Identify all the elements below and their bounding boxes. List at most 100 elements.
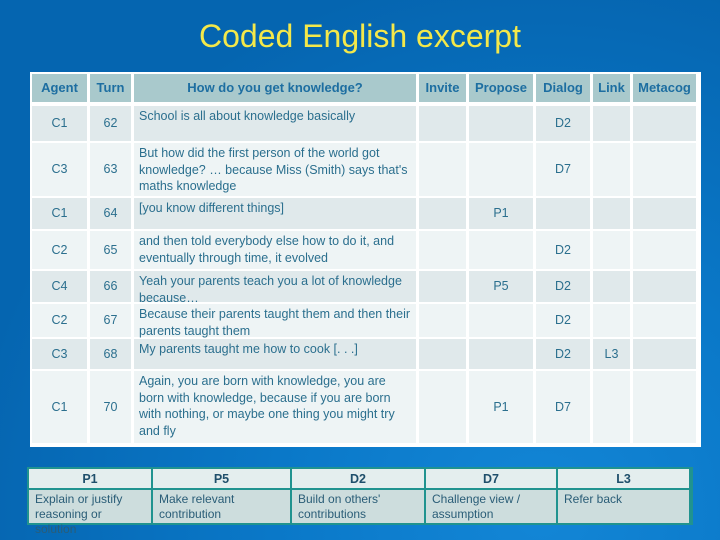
table-cell-metacog <box>633 231 696 269</box>
table-cell-link: L3 <box>593 339 630 369</box>
table-cell-agent-text: C1 <box>51 116 68 131</box>
table-cell-turn-text: 64 <box>103 206 118 221</box>
header-turn: Turn <box>90 74 131 102</box>
legend-description-p5: Make relevant contribution <box>153 490 290 523</box>
legend-code-p1: P1 <box>29 469 151 488</box>
table-cell-text-text: Because their parents taught them and th… <box>139 307 411 338</box>
table-cell-turn-text: 66 <box>103 279 118 294</box>
table-cell-turn: 68 <box>90 339 131 369</box>
table-cell-text-text: and then told everybody else how to do i… <box>139 234 395 265</box>
table-cell-dialog: D7 <box>536 371 590 443</box>
table-cell-invite <box>419 371 466 443</box>
table-cell-dialog-text: D2 <box>555 116 571 131</box>
table-cell-invite <box>419 304 466 337</box>
table-cell-turn: 64 <box>90 198 131 229</box>
table-cell-dialog: D2 <box>536 339 590 369</box>
table-cell-propose: P1 <box>469 198 533 229</box>
slide-title: Coded English excerpt <box>199 18 521 54</box>
table-cell-text: Because their parents taught them and th… <box>134 304 416 338</box>
table-cell-link <box>593 231 630 269</box>
header-question-text: How do you get knowledge? <box>187 79 363 95</box>
table-cell-propose <box>469 231 533 269</box>
header-propose-text: Propose <box>474 79 527 95</box>
legend-code-p5: P5 <box>153 469 290 488</box>
table-cell-invite <box>419 198 466 229</box>
table-cell-invite <box>419 231 466 269</box>
table-cell-text: Yeah your parents teach you a lot of kno… <box>134 271 416 305</box>
table-cell-dialog-text: D2 <box>555 242 571 257</box>
table-cell-text-text: But how did the first person of the worl… <box>139 146 408 193</box>
table-cell-dialog-text: D2 <box>555 279 571 294</box>
header-invite: Invite <box>419 74 466 102</box>
table-cell-propose-text: P1 <box>493 399 509 414</box>
table-cell-dialog: D2 <box>536 271 590 302</box>
table-cell-propose-text: P5 <box>493 279 509 294</box>
table-cell-dialog-text: D7 <box>555 399 571 414</box>
table-cell-text: and then told everybody else how to do i… <box>134 231 416 269</box>
table-cell-turn-text: 63 <box>103 162 118 177</box>
table-cell-agent: C1 <box>32 198 87 229</box>
header-dialog: Dialog <box>536 74 590 102</box>
table-cell-invite <box>419 271 466 302</box>
table-cell-dialog: D2 <box>536 231 590 269</box>
table-cell-link <box>593 371 630 443</box>
legend-code-d7: D7 <box>426 469 556 488</box>
table-cell-metacog <box>633 198 696 229</box>
table-cell-text-text: [you know different things] <box>139 201 284 215</box>
header-dialog-text: Dialog <box>543 79 583 95</box>
table-cell-agent-text: C3 <box>51 162 68 177</box>
table-cell-text-text: School is all about knowledge basically <box>139 109 356 123</box>
table-cell-turn-text: 65 <box>103 242 118 257</box>
table-cell-dialog: D7 <box>536 143 590 196</box>
header-agent-text: Agent <box>41 79 78 95</box>
table-cell-turn-text: 70 <box>103 399 118 414</box>
legend-code-d2: D2 <box>292 469 424 488</box>
legend-description-d2: Build on others' contributions <box>292 490 424 523</box>
header-link-text: Link <box>598 79 625 95</box>
table-cell-agent-text: C2 <box>51 313 68 328</box>
table-cell-propose: P5 <box>469 271 533 302</box>
table-cell-agent: C1 <box>32 371 87 443</box>
table-cell-agent: C2 <box>32 304 87 337</box>
table-cell-text-text: Again, you are born with knowledge, you … <box>139 374 395 438</box>
table-cell-text: School is all about knowledge basically <box>134 106 416 141</box>
coded-excerpt-table: Agent Turn How do you get knowledge? Invite… <box>30 72 701 447</box>
table-cell-agent-text: C4 <box>51 279 68 294</box>
table-cell-metacog <box>633 271 696 302</box>
table-cell-agent: C3 <box>32 143 87 196</box>
header-link: Link <box>593 74 630 102</box>
header-metacog-text: Metacog <box>638 79 691 95</box>
table-cell-metacog <box>633 106 696 141</box>
legend-description-d7: Challenge view / assumption <box>426 490 556 523</box>
table-cell-text: Again, you are born with knowledge, you … <box>134 371 416 443</box>
table-cell-link <box>593 106 630 141</box>
table-cell-invite <box>419 106 466 141</box>
table-cell-turn: 63 <box>90 143 131 196</box>
table-cell-turn-text: 68 <box>103 346 118 361</box>
table-cell-link <box>593 143 630 196</box>
table-cell-agent: C1 <box>32 106 87 141</box>
table-cell-agent-text: C3 <box>51 346 68 361</box>
header-question: How do you get knowledge? <box>134 74 416 102</box>
header-metacog: Metacog <box>633 74 696 102</box>
table-cell-agent-text: C2 <box>51 242 68 257</box>
table-cell-link-text: L3 <box>604 346 619 361</box>
table-cell-link <box>593 304 630 337</box>
table-cell-dialog <box>536 198 590 229</box>
table-cell-turn: 62 <box>90 106 131 141</box>
table-cell-turn: 67 <box>90 304 131 337</box>
table-cell-dialog: D2 <box>536 106 590 141</box>
table-cell-agent-text: C1 <box>51 206 68 221</box>
table-cell-link <box>593 198 630 229</box>
table-cell-text: But how did the first person of the worl… <box>134 143 416 196</box>
table-cell-turn: 65 <box>90 231 131 269</box>
table-cell-metacog <box>633 143 696 196</box>
table-cell-text: [you know different things] <box>134 198 416 229</box>
table-cell-metacog <box>633 371 696 443</box>
table-cell-agent: C2 <box>32 231 87 269</box>
legend-description-p1: Explain or justify reasoning or solution <box>29 490 151 536</box>
table-cell-dialog-text: D7 <box>555 162 571 177</box>
table-cell-propose <box>469 339 533 369</box>
header-turn-text: Turn <box>96 79 125 95</box>
table-cell-propose <box>469 106 533 141</box>
